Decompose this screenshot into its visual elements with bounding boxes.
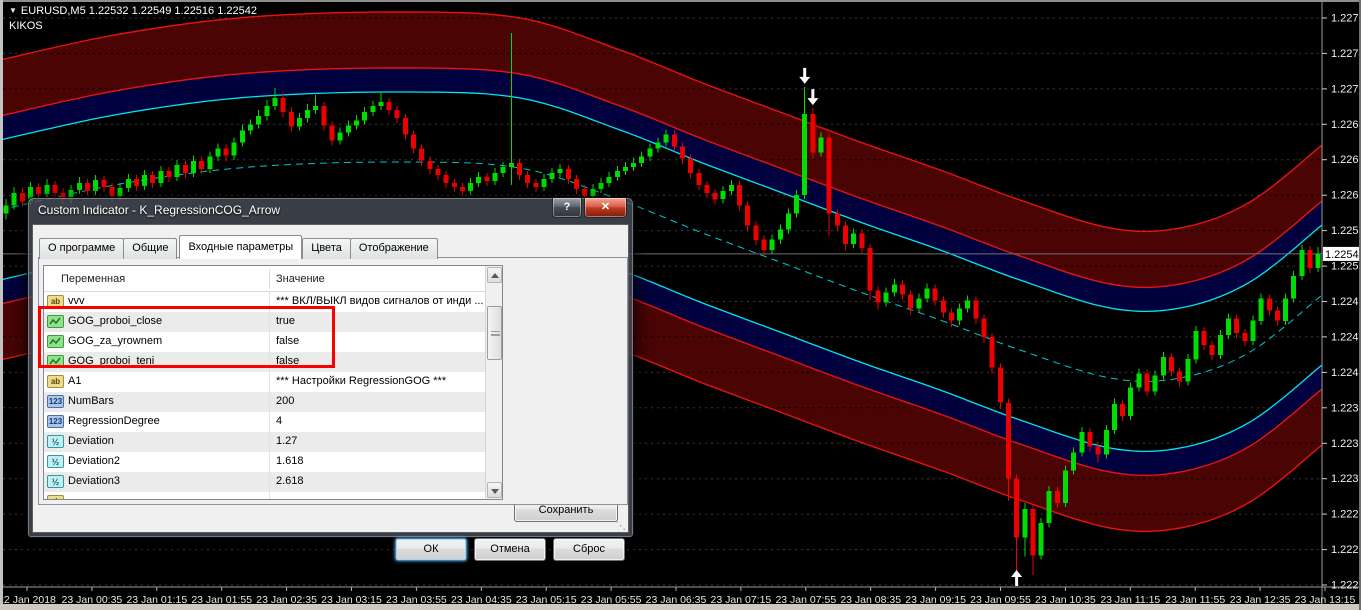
integer-type-icon: 123 — [47, 395, 64, 408]
column-header-variable: Переменная — [61, 273, 125, 285]
tab-о-программе[interactable]: О программе — [39, 238, 124, 259]
column-divider[interactable] — [269, 269, 270, 289]
string-type-icon: ab — [47, 495, 64, 500]
param-value[interactable]: 2.618 — [276, 475, 304, 487]
param-row[interactable]: 123 NumBars 200 — [44, 392, 502, 412]
column-divider — [269, 492, 270, 500]
arrow-up-icon — [491, 273, 499, 278]
svg-text:1.22600: 1.22600 — [1331, 190, 1361, 202]
svg-text:1.22635: 1.22635 — [1331, 154, 1361, 166]
param-name: RegressionDegree — [68, 415, 160, 427]
param-name: NumBars — [68, 395, 114, 407]
param-name: A1 — [68, 375, 81, 387]
window-frame-left — [0, 0, 3, 610]
tab-общие[interactable]: Общие — [123, 238, 177, 259]
table-header: Переменная Значение — [44, 266, 502, 292]
chart-symbol-info: ▼ EURUSD,M5 1.22532 1.22549 1.22516 1.225… — [9, 5, 257, 17]
double-type-icon: ½ — [47, 435, 64, 448]
string-type-icon: ab — [47, 375, 64, 388]
symbol-dropdown-icon[interactable]: ▼ — [9, 6, 17, 15]
metatrader-chart-window: 1.22775 1.22740 1.22705 1.22670 1.22635 1.226… — [0, 0, 1361, 610]
param-name: Deviation2 — [68, 455, 120, 467]
column-divider — [269, 472, 270, 492]
param-value[interactable]: *** Настройки RegressionGOG *** — [276, 375, 446, 387]
svg-text:1.22215: 1.22215 — [1331, 580, 1361, 592]
column-divider — [269, 412, 270, 432]
resize-grip-icon[interactable]: ⋱ — [615, 521, 626, 531]
scrollbar-thumb[interactable] — [487, 306, 502, 360]
integer-type-icon: 123 — [47, 415, 64, 428]
column-divider — [269, 372, 270, 392]
param-value[interactable]: 4 — [276, 415, 282, 427]
svg-text:1.22390: 1.22390 — [1331, 402, 1361, 414]
svg-text:1.22740: 1.22740 — [1331, 48, 1361, 60]
svg-text:1.22705: 1.22705 — [1331, 83, 1361, 95]
indicator-watermark: KIKOS — [9, 20, 43, 32]
reset-button[interactable]: Сброс — [553, 538, 625, 561]
param-row[interactable]: ab A1 *** Настройки RegressionGOG *** — [44, 372, 502, 392]
dialog-title: Custom Indicator - K_RegressionCOG_Arrow — [38, 198, 280, 224]
param-value[interactable]: 1.27 — [276, 435, 297, 447]
column-divider — [269, 452, 270, 472]
tab-цвета[interactable]: Цвета — [302, 238, 351, 259]
tab-входные-параметры[interactable]: Входные параметры — [179, 235, 302, 259]
svg-text:1.22670: 1.22670 — [1331, 119, 1361, 131]
svg-text:1.22530: 1.22530 — [1331, 261, 1361, 273]
svg-text:1.22495: 1.22495 — [1331, 296, 1361, 308]
window-frame-top — [0, 0, 1361, 2]
annotation-highlight-box — [38, 306, 335, 368]
inputs-tab-page: Переменная Значение abvvv*** ВКЛ/ВЫКЛ ви… — [38, 257, 628, 505]
param-row[interactable]: ½ Deviation2 1.618 — [44, 452, 502, 472]
tab-отображение[interactable]: Отображение — [350, 238, 438, 259]
column-divider — [269, 392, 270, 412]
param-value[interactable]: 200 — [276, 395, 294, 407]
svg-text:1.22250: 1.22250 — [1331, 544, 1361, 556]
help-button[interactable]: ? — [552, 198, 582, 218]
scrollbar-down-button[interactable] — [487, 482, 502, 498]
column-header-value: Значение — [276, 273, 325, 285]
parameters-table: Переменная Значение abvvv*** ВКЛ/ВЫКЛ ви… — [43, 265, 503, 500]
window-frame-bottom — [0, 604, 1361, 610]
table-scrollbar[interactable] — [485, 266, 502, 499]
column-divider — [269, 432, 270, 452]
param-row[interactable]: ½ Deviation 1.27 — [44, 432, 502, 452]
param-row[interactable]: ½ Deviation3 2.618 — [44, 472, 502, 492]
scrollbar-up-button[interactable] — [487, 267, 502, 283]
svg-text:1.22460: 1.22460 — [1331, 331, 1361, 343]
double-type-icon: ½ — [47, 455, 64, 468]
svg-text:1.22355: 1.22355 — [1331, 438, 1361, 450]
symbol-ohlc-text: EURUSD,M5 1.22532 1.22549 1.22516 1.2254… — [21, 5, 257, 17]
svg-text:1.22542: 1.22542 — [1325, 249, 1361, 261]
scrollbar-grip-icon — [491, 331, 500, 336]
dialog-client-area: О программеОбщиеВходные параметрыЦветаОт… — [32, 224, 629, 533]
close-button[interactable]: ✕ — [584, 198, 627, 218]
svg-text:1.22320: 1.22320 — [1331, 473, 1361, 485]
dialog-tabs: О программеОбщиеВходные параметрыЦветаОт… — [40, 235, 438, 259]
svg-text:1.22285: 1.22285 — [1331, 509, 1361, 521]
param-value[interactable]: 1.618 — [276, 455, 304, 467]
cancel-button[interactable]: Отмена — [474, 538, 546, 561]
param-name: Deviation — [68, 435, 114, 447]
param-row[interactable]: ab — [44, 492, 502, 500]
param-name: Deviation3 — [68, 475, 120, 487]
double-type-icon: ½ — [47, 475, 64, 488]
param-row[interactable]: 123 RegressionDegree 4 — [44, 412, 502, 432]
arrow-down-icon — [491, 489, 499, 494]
svg-text:1.22565: 1.22565 — [1331, 225, 1361, 237]
svg-text:1.22775: 1.22775 — [1331, 13, 1361, 25]
svg-text:1.22425: 1.22425 — [1331, 367, 1361, 379]
ok-button[interactable]: ОК — [395, 538, 467, 561]
